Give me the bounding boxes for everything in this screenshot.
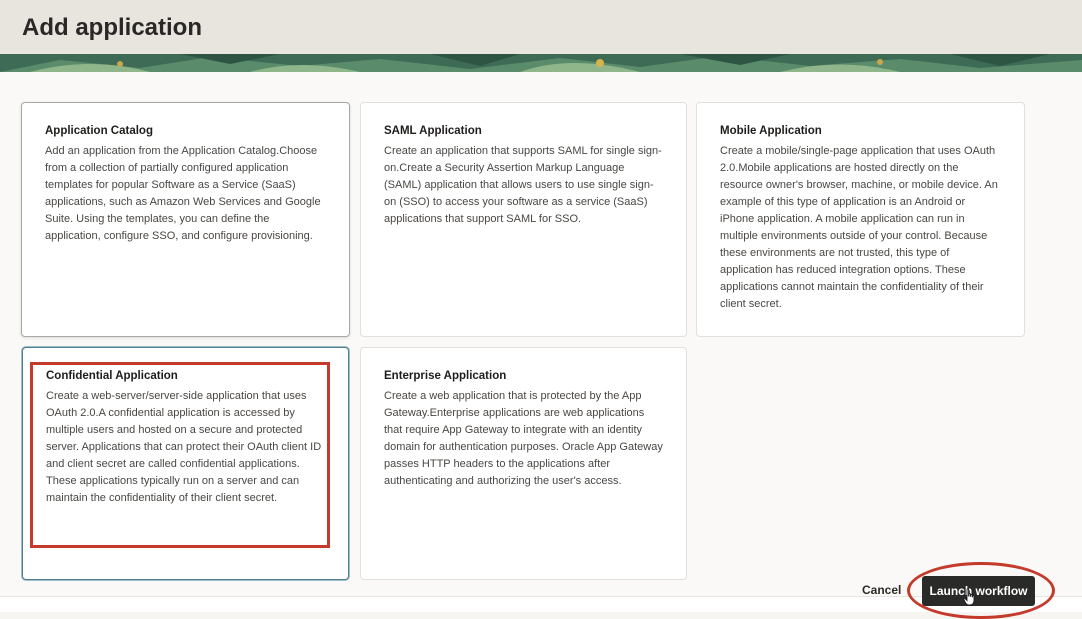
card-description: Add an application from the Application …: [45, 145, 321, 242]
card-confidential-application[interactable]: Confidential Application Create a web-se…: [22, 347, 349, 580]
card-mobile-application[interactable]: Mobile Application Create a mobile/singl…: [696, 102, 1025, 337]
card-saml-application[interactable]: SAML Application Create an application t…: [360, 102, 687, 337]
footer-bar: [0, 596, 1082, 612]
card-title: Confidential Application: [46, 370, 178, 382]
card-description: Create a mobile/single-page application …: [720, 145, 998, 310]
page-title: Add application: [22, 14, 202, 41]
launch-workflow-button[interactable]: Launch workflow: [922, 576, 1035, 606]
card-title: SAML Application: [384, 125, 482, 137]
card-description: Create a web-server/server-side applicat…: [46, 390, 322, 504]
card-description: Create a web application that is protect…: [384, 390, 663, 487]
card-application-catalog[interactable]: Application Catalog Add an application f…: [21, 102, 350, 337]
cancel-button[interactable]: Cancel: [852, 574, 911, 606]
card-enterprise-application[interactable]: Enterprise Application Create a web appl…: [360, 347, 687, 580]
card-description: Create an application that supports SAML…: [384, 145, 662, 225]
card-title: Mobile Application: [720, 125, 822, 137]
card-title: Application Catalog: [45, 125, 153, 137]
decorative-pattern-band: [0, 54, 1082, 72]
dialog-header: Add application: [0, 0, 1082, 72]
card-title: Enterprise Application: [384, 370, 507, 382]
